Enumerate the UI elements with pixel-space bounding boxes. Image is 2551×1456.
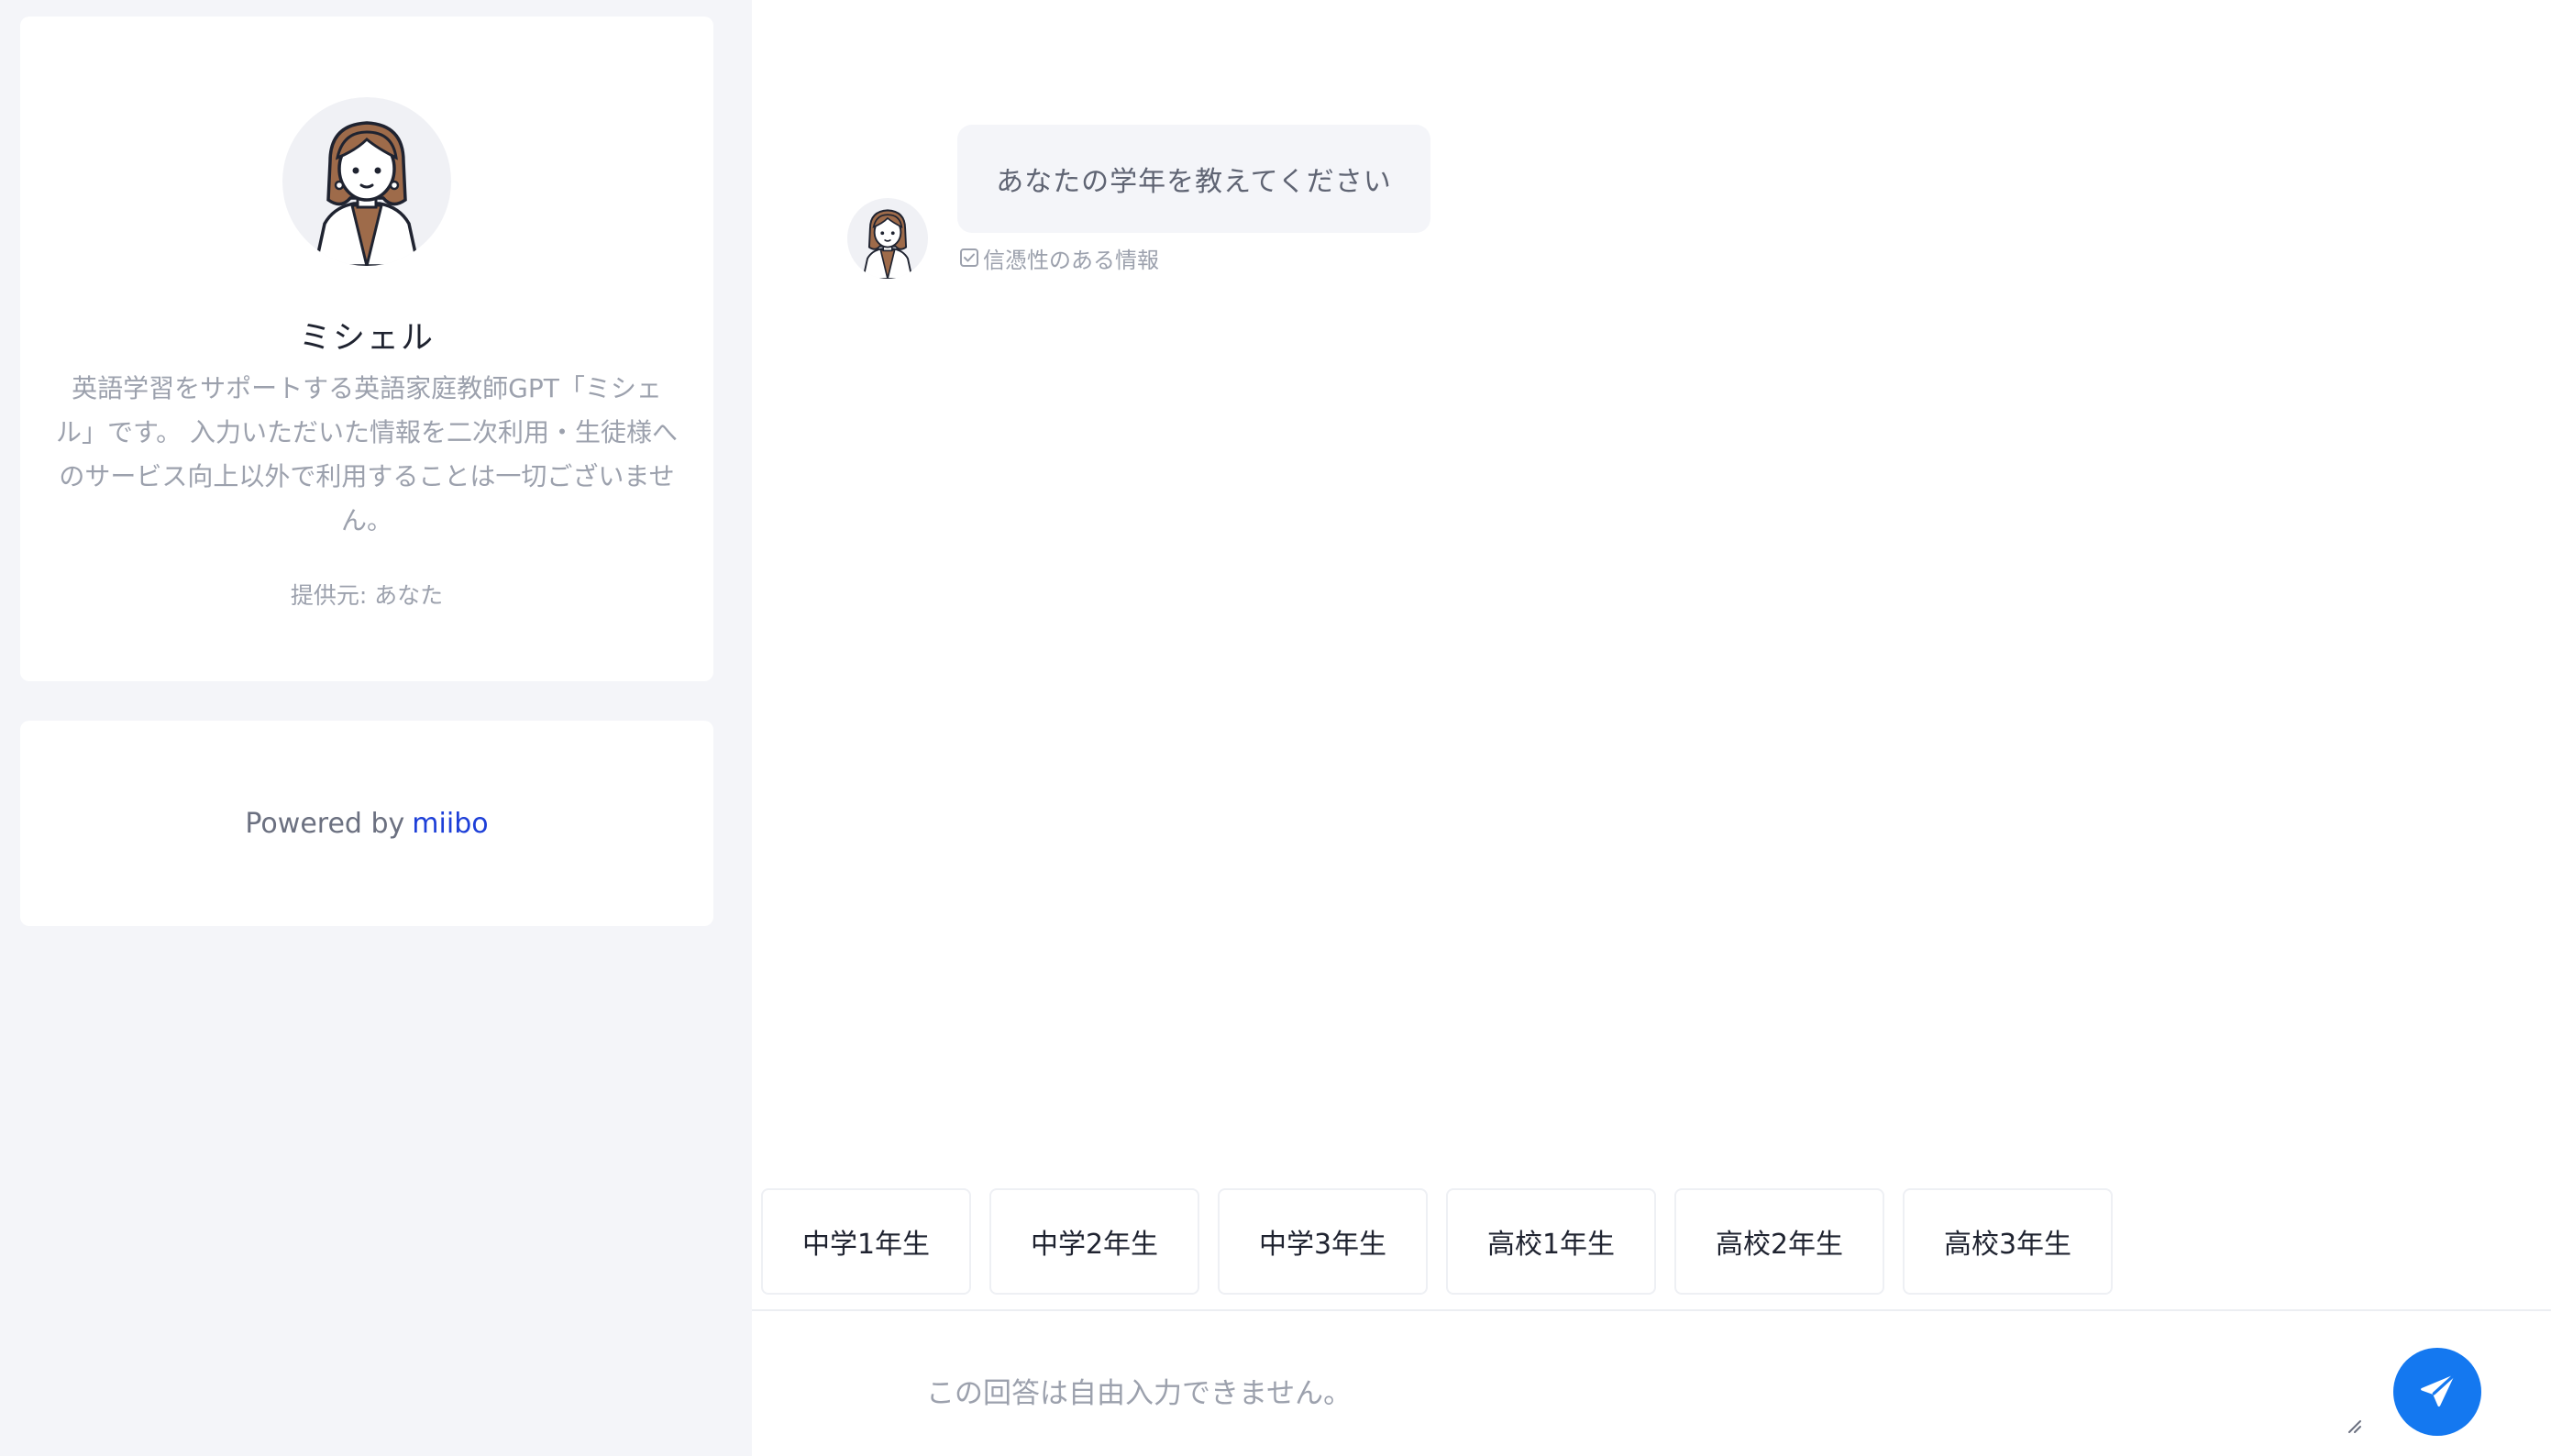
message-avatar [847, 198, 928, 279]
bot-description: 英語学習をサポートする英語家庭教師GPT「ミシェル」です。 入力いただいた情報を… [55, 373, 679, 535]
app-root: ミシェル 英語学習をサポートする英語家庭教師GPT「ミシェル」です。 入力いただ… [0, 0, 2551, 1456]
chat-panel: あなたの学年を教えてください 信憑性のある情報 中学1年生 中学2年生 中学3年… [752, 0, 2551, 1456]
send-button[interactable] [2393, 1348, 2481, 1436]
resize-handle-icon[interactable] [2346, 1417, 2362, 1434]
provider-label: 提供元: あなた [290, 582, 444, 609]
message-input[interactable] [917, 1326, 2201, 1436]
checkbox-check-icon [960, 248, 978, 267]
bot-message-bubble: あなたの学年を教えてください [957, 125, 1430, 233]
powered-by-text: Powered by [245, 807, 405, 840]
choice-button-jh3[interactable]: 中学3年生 [1218, 1188, 1428, 1295]
choice-button-jh1[interactable]: 中学1年生 [761, 1188, 971, 1295]
choice-button-hs3[interactable]: 高校3年生 [1903, 1188, 2113, 1295]
choice-button-hs1[interactable]: 高校1年生 [1446, 1188, 1656, 1295]
choice-button-jh2[interactable]: 中学2年生 [989, 1188, 1199, 1295]
bot-profile-card: ミシェル 英語学習をサポートする英語家庭教師GPT「ミシェル」です。 入力いただ… [20, 17, 713, 681]
bot-avatar [282, 97, 451, 266]
miibo-link[interactable]: miibo [412, 808, 488, 840]
choice-button-hs2[interactable]: 高校2年生 [1674, 1188, 1884, 1295]
woman-avatar-icon [314, 121, 420, 266]
quick-reply-choices: 中学1年生 中学2年生 中学3年生 高校1年生 高校2年生 高校3年生 [761, 1188, 2113, 1295]
credibility-note: 信憑性のある情報 [959, 242, 1159, 273]
powered-by-card: Powered by miibo [20, 721, 713, 926]
paper-plane-icon [2421, 1374, 2455, 1407]
credibility-note-label: 信憑性のある情報 [983, 247, 1159, 273]
woman-avatar-icon [862, 209, 913, 279]
input-divider [752, 1309, 2551, 1311]
bot-name: ミシェル [298, 320, 435, 357]
sidebar: ミシェル 英語学習をサポートする英語家庭教師GPT「ミシェル」です。 入力いただ… [0, 0, 752, 1456]
